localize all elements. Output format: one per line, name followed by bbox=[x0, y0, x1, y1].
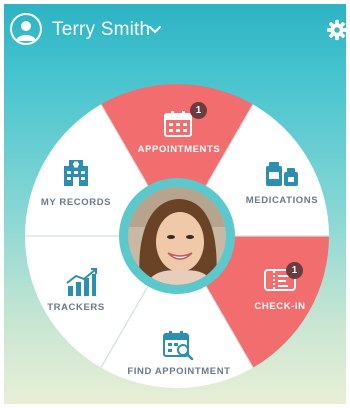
medications-label: MEDICATIONS bbox=[245, 195, 319, 206]
menu-wheel: 1 APPOINTMENTS MEDICATIONS 1 CHECK-IN FI… bbox=[4, 4, 346, 404]
hospital-icon bbox=[64, 160, 88, 186]
check-in-label: CHECK-IN bbox=[254, 301, 306, 312]
app-screen: Terry Smith 1 APPOINTMENTS MEDICATIONS 1… bbox=[4, 4, 346, 404]
check-in-badge: 1 bbox=[286, 262, 303, 279]
appointments-label: APPOINTMENTS bbox=[137, 144, 221, 155]
chart-icon bbox=[66, 268, 97, 296]
appointments-badge: 1 bbox=[190, 102, 207, 119]
my-records-label: MY RECORDS bbox=[40, 197, 112, 208]
find-appointment-label: FIND APPOINTMENT bbox=[127, 366, 231, 377]
profile-photo-image bbox=[128, 187, 226, 285]
calendar-search-icon bbox=[163, 331, 194, 360]
profile-photo[interactable] bbox=[128, 187, 226, 285]
calendar-icon bbox=[164, 111, 192, 137]
pharmacy-icon bbox=[266, 162, 298, 186]
trackers-label: TRACKERS bbox=[47, 302, 105, 313]
